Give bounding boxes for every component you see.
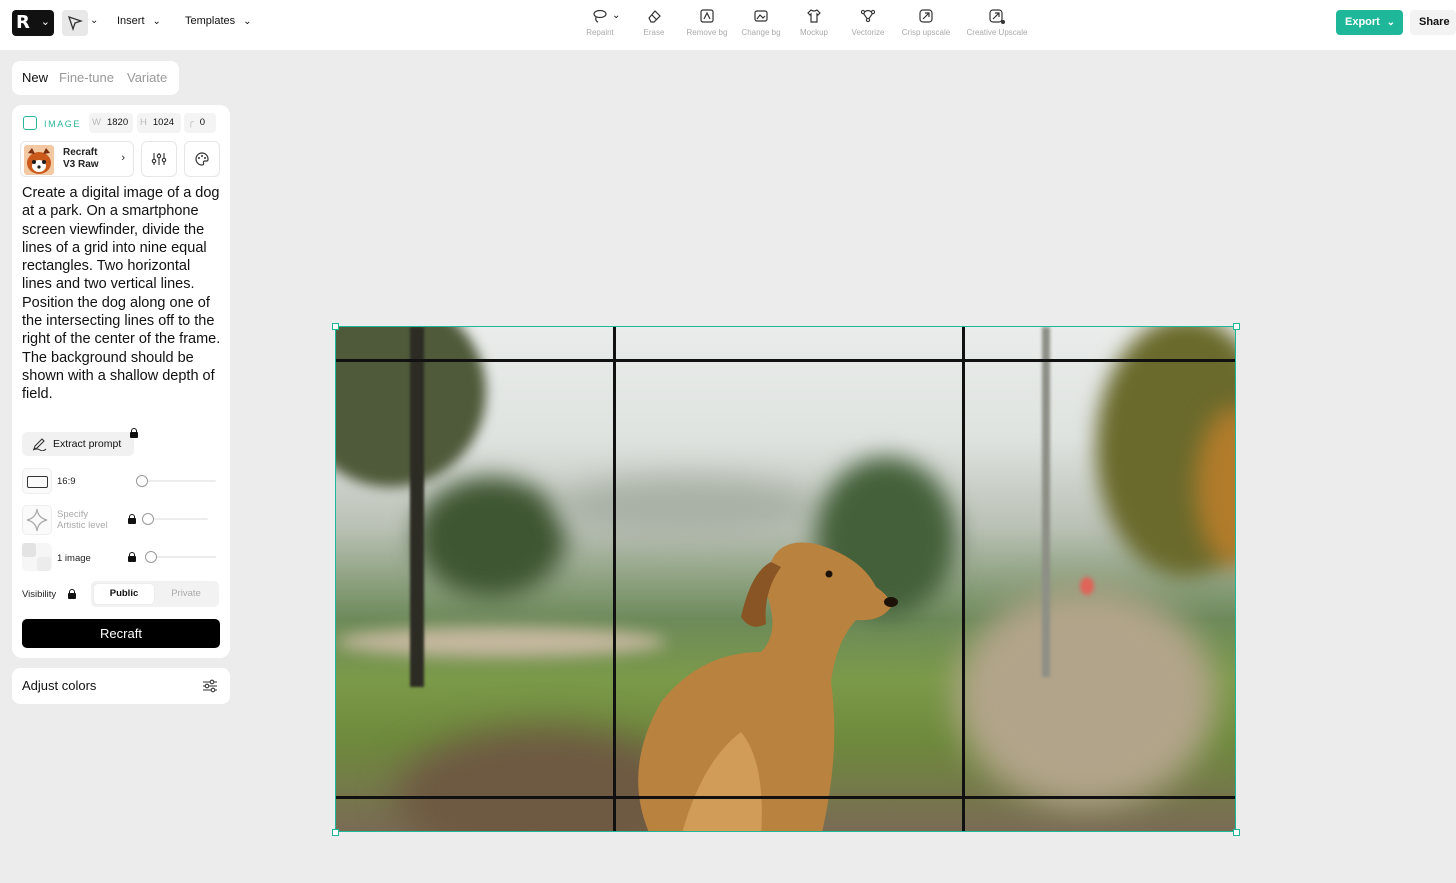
repaint-label: Repaint	[586, 28, 614, 37]
tab-variate[interactable]: Variate	[127, 70, 167, 85]
remove-bg-icon	[700, 9, 714, 23]
palette-icon	[195, 152, 209, 166]
image-count-label: 1 image	[57, 553, 91, 564]
image-count-icon	[22, 543, 52, 571]
edit-tools: Repaint ⌄ Erase Remove bg Change bg Mock…	[0, 8, 1456, 44]
generation-panel: IMAGE W1820 H1024 ╭0 Recraft V3 Raw ›	[12, 105, 230, 658]
width-value: 1820	[106, 117, 129, 128]
adjust-sliders-icon[interactable]	[202, 678, 218, 694]
grid-line-horizontal	[336, 359, 1235, 362]
model-name-line1: Recraft	[63, 147, 98, 158]
artistic-level-label: Specify Artistic level	[57, 509, 108, 531]
change-bg-label: Change bg	[741, 28, 781, 37]
crisp-upscale-tool[interactable]: Crisp upscale	[899, 8, 953, 37]
extract-prompt-label: Extract prompt	[53, 438, 122, 450]
prompt-textarea[interactable]: Create a digital image of a dog at a par…	[22, 184, 222, 404]
export-label: Export	[1345, 16, 1380, 28]
artistic-level-line1: Specify	[57, 509, 89, 520]
generated-image[interactable]	[335, 326, 1236, 832]
artistic-level-line2: Artistic level	[57, 520, 108, 531]
width-key: W	[92, 117, 101, 128]
crisp-upscale-icon	[919, 9, 933, 23]
sparkle-icon	[22, 505, 52, 535]
mockup-label: Mockup	[799, 28, 828, 37]
model-name-line2: V3 Raw	[63, 159, 99, 170]
visibility-label: Visibility	[22, 589, 57, 600]
corner-radius-icon: ╭	[188, 117, 194, 128]
eraser-icon	[648, 10, 661, 23]
adjust-colors-panel[interactable]: Adjust colors	[12, 668, 230, 704]
top-toolbar: R ⌄ ⌄ Insert ⌄ Templates ⌄ Repaint ⌄ Erase	[0, 0, 1456, 50]
chevron-down-icon: ⌄	[1386, 17, 1395, 28]
public-option[interactable]: Public	[94, 584, 154, 604]
private-option[interactable]: Private	[156, 584, 216, 604]
resize-handle[interactable]	[1233, 323, 1240, 330]
height-value: 1024	[152, 117, 175, 128]
height-key: H	[140, 117, 147, 128]
model-name: Recraft V3 Raw	[63, 147, 99, 171]
park-background	[336, 327, 1235, 831]
share-button[interactable]: Share	[1410, 10, 1456, 35]
extract-prompt-button[interactable]: Extract prompt	[22, 432, 134, 456]
vectorize-tool[interactable]: Vectorize	[848, 8, 888, 37]
recraft-button[interactable]: Recraft	[22, 619, 220, 648]
adjust-colors-label: Adjust colors	[22, 678, 97, 693]
pen-icon	[32, 438, 47, 451]
lock-icon	[128, 514, 136, 524]
lock-icon	[128, 552, 136, 562]
chevron-right-icon: ›	[121, 152, 125, 164]
aspect-ratio-icon[interactable]	[22, 468, 52, 494]
vectorize-icon	[860, 9, 876, 23]
lock-icon	[130, 428, 138, 438]
repaint-tool[interactable]: Repaint	[585, 8, 615, 37]
erase-tool[interactable]: Erase	[641, 8, 667, 37]
change-bg-tool[interactable]: Change bg	[739, 8, 783, 37]
image-type-icon[interactable]	[23, 116, 37, 130]
image-count-slider-handle[interactable]	[145, 551, 157, 563]
palette-button[interactable]	[184, 141, 220, 177]
grid-line-vertical	[613, 327, 616, 831]
model-selector[interactable]: Recraft V3 Raw ›	[20, 141, 134, 177]
erase-label: Erase	[643, 28, 665, 37]
tab-new[interactable]: New	[22, 70, 48, 85]
height-field[interactable]: H 1024	[137, 113, 181, 133]
remove-bg-tool[interactable]: Remove bg	[685, 8, 729, 37]
aspect-ratio-label: 16:9	[57, 476, 76, 487]
corner-radius-value: 0	[199, 117, 206, 128]
settings-button[interactable]	[141, 141, 177, 177]
aspect-ratio-slider-handle[interactable]	[136, 475, 148, 487]
lasso-icon	[593, 9, 607, 23]
sliders-icon	[151, 153, 167, 165]
artistic-level-slider-handle[interactable]	[142, 513, 154, 525]
creative-upscale-tool[interactable]: Creative Upscale	[963, 8, 1031, 37]
aspect-ratio-slider[interactable]	[136, 480, 216, 482]
crisp-upscale-label: Crisp upscale	[901, 28, 951, 37]
grid-line-vertical	[962, 327, 965, 831]
width-field[interactable]: W 1820	[89, 113, 133, 133]
vectorize-label: Vectorize	[851, 28, 885, 37]
resize-handle[interactable]	[332, 829, 339, 836]
resize-handle[interactable]	[1233, 829, 1240, 836]
creative-upscale-icon	[989, 9, 1005, 24]
change-bg-icon	[754, 10, 768, 22]
tab-fine-tune[interactable]: Fine-tune	[59, 70, 114, 85]
chevron-down-icon[interactable]: ⌄	[612, 10, 620, 21]
visibility-toggle: Public Private	[91, 581, 219, 607]
mode-tabs: New Fine-tune Variate	[12, 61, 179, 95]
resize-handle[interactable]	[332, 323, 339, 330]
export-button[interactable]: Export ⌄	[1336, 10, 1403, 35]
corner-radius-field[interactable]: ╭ 0	[184, 113, 216, 133]
tshirt-icon	[807, 9, 821, 23]
dog-illustration	[638, 542, 898, 831]
red-panda-avatar	[24, 145, 54, 175]
creative-upscale-label: Creative Upscale	[966, 28, 1028, 37]
grid-line-horizontal	[336, 796, 1235, 799]
image-type-label[interactable]: IMAGE	[44, 119, 81, 129]
lock-icon	[68, 589, 76, 599]
remove-bg-label: Remove bg	[686, 28, 728, 37]
mockup-tool[interactable]: Mockup	[797, 8, 831, 37]
